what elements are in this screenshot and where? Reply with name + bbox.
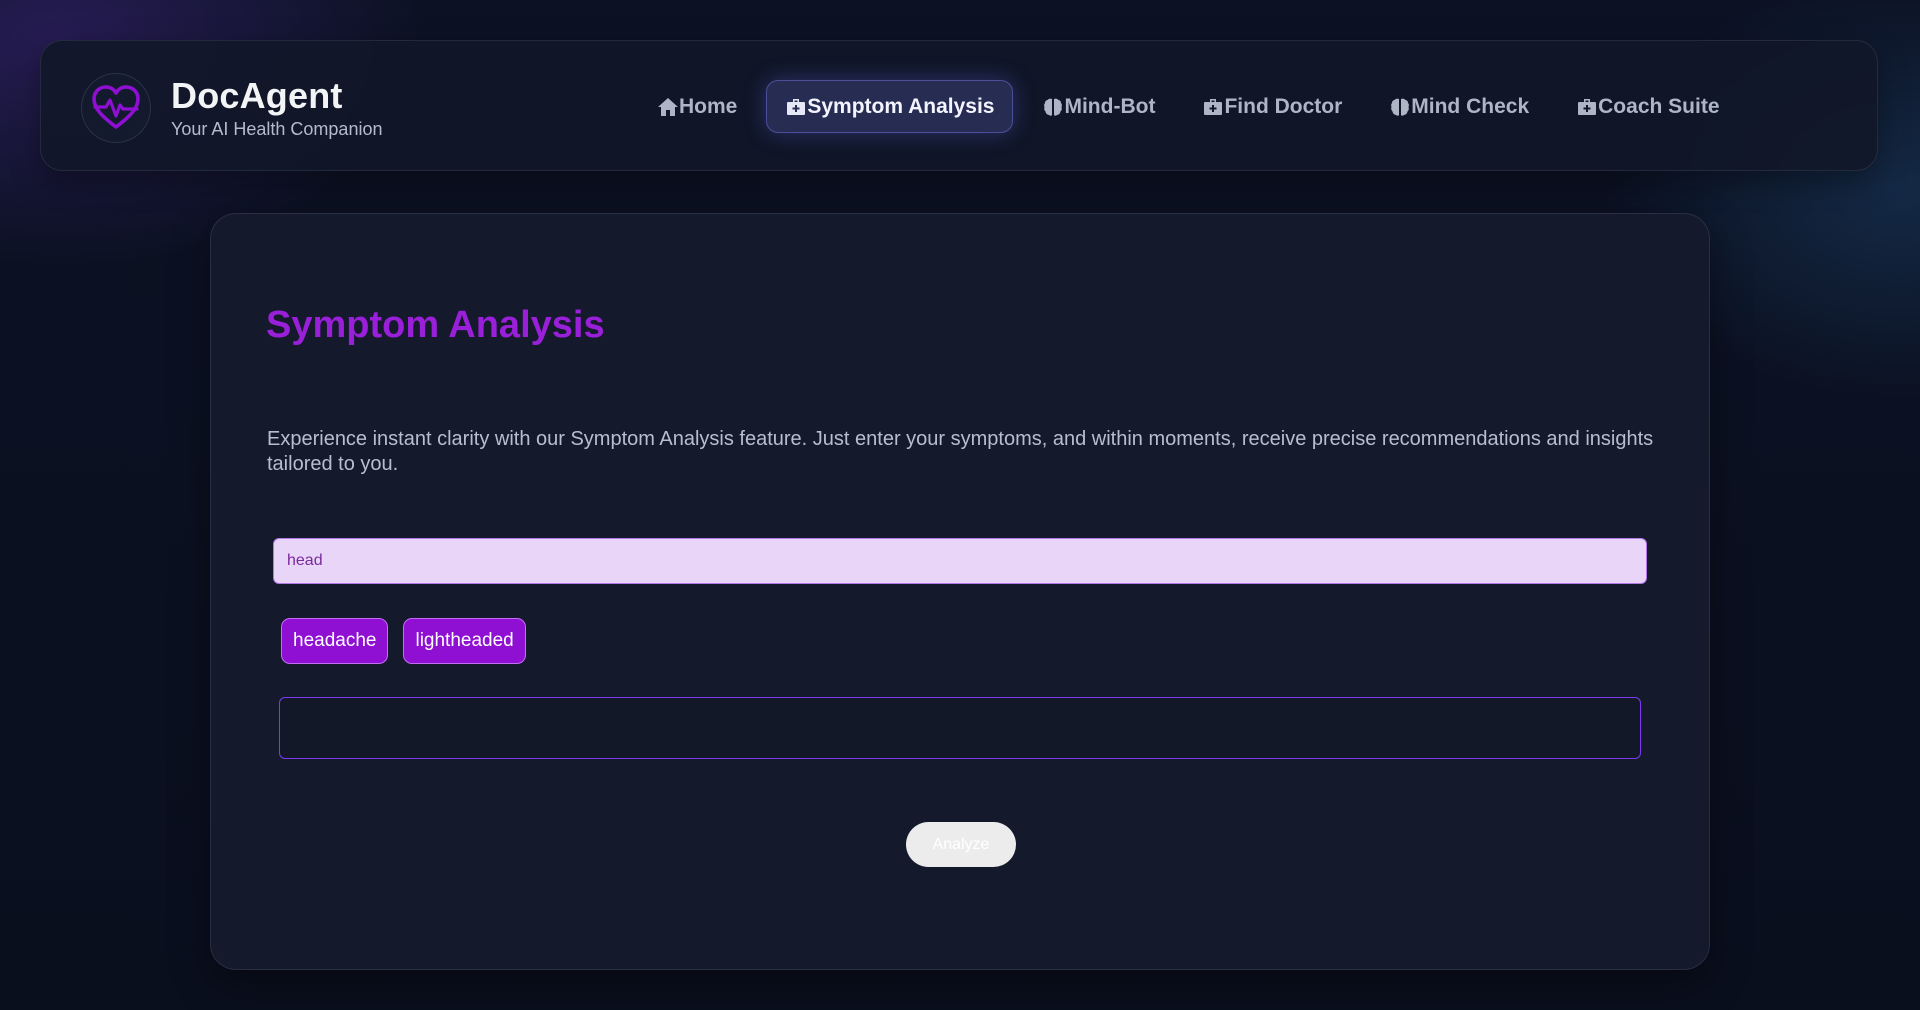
brand[interactable]: DocAgent Your AI Health Companion — [81, 73, 382, 143]
medkit-icon — [1576, 96, 1598, 118]
page-description: Experience instant clarity with our Symp… — [267, 428, 1654, 475]
nav-item-label: Home — [679, 94, 738, 118]
medkit-icon — [1202, 96, 1224, 118]
nav-item-home[interactable]: Home — [639, 80, 755, 133]
home-icon — [657, 96, 679, 118]
symptom-suggestions: headache lightheaded — [281, 618, 541, 664]
selected-symptoms-field[interactable] — [279, 697, 1641, 759]
nav-item-mind-check[interactable]: Mind Check — [1371, 80, 1547, 133]
symptom-analysis-card: Symptom Analysis Experience instant clar… — [210, 213, 1710, 970]
nav-item-label: Mind-Bot — [1064, 94, 1156, 118]
top-navbar: DocAgent Your AI Health Companion Home S… — [40, 40, 1878, 171]
medkit-icon — [785, 96, 807, 118]
analyze-button[interactable]: Analyze — [906, 822, 1016, 867]
nav-item-coach-suite[interactable]: Coach Suite — [1558, 80, 1737, 133]
symptom-search-input[interactable] — [273, 538, 1647, 584]
brand-title: DocAgent — [171, 75, 343, 116]
brain-icon — [1389, 96, 1411, 118]
suggestion-chip-lightheaded[interactable]: lightheaded — [403, 618, 526, 664]
main-nav: Home Symptom Analysis Mind-Bot Find Doct… — [639, 80, 1749, 133]
brand-subtitle: Your AI Health Companion — [171, 119, 383, 139]
page-title: Symptom Analysis — [266, 304, 605, 346]
suggestion-chip-headache[interactable]: headache — [281, 618, 389, 664]
heart-pulse-icon — [81, 73, 151, 143]
nav-item-symptom-analysis[interactable]: Symptom Analysis — [766, 80, 1014, 133]
nav-item-label: Coach Suite — [1598, 94, 1720, 118]
nav-item-mind-bot[interactable]: Mind-Bot — [1024, 80, 1173, 133]
brain-icon — [1042, 96, 1064, 118]
nav-item-label: Find Doctor — [1224, 94, 1343, 118]
nav-item-label: Symptom Analysis — [807, 94, 995, 118]
nav-item-label: Mind Check — [1411, 94, 1530, 118]
nav-item-find-doctor[interactable]: Find Doctor — [1184, 80, 1360, 133]
